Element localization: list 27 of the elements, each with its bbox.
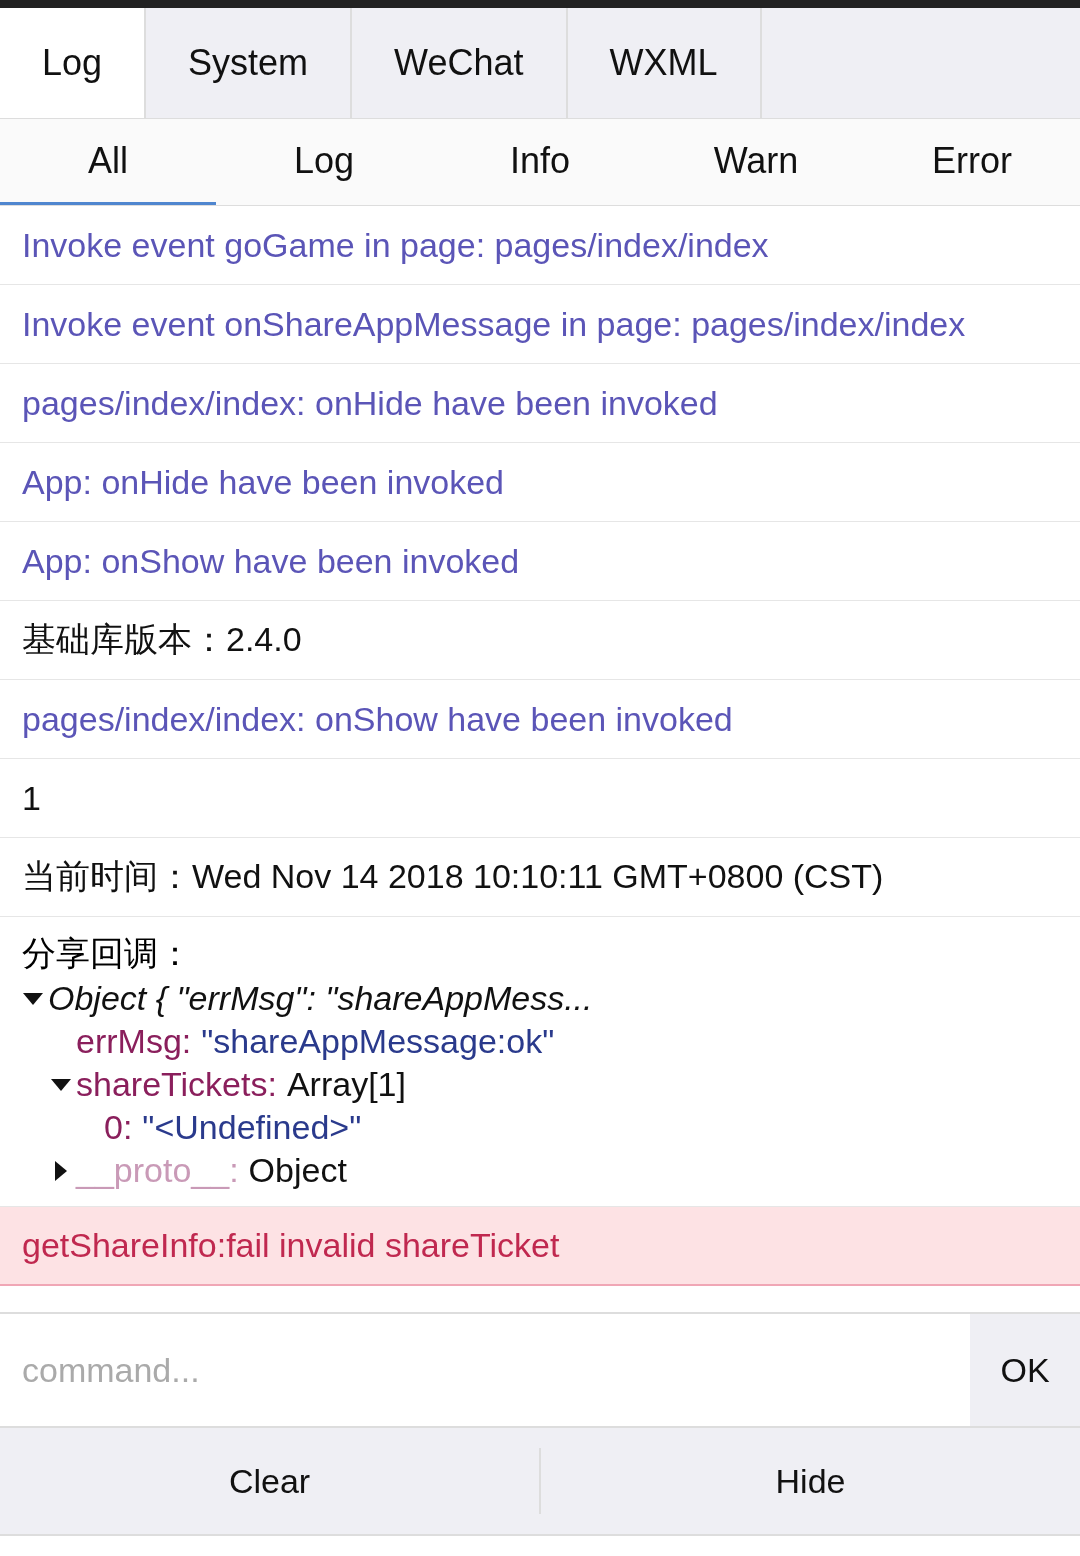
filter-tab[interactable]: All — [0, 119, 216, 205]
error-message: getShareInfo:fail invalid shareTicket — [22, 1226, 561, 1265]
filter-tab[interactable]: Info — [432, 119, 648, 205]
filter-tab[interactable]: Warn — [648, 119, 864, 205]
property-key: __proto__: — [76, 1151, 239, 1190]
log-message: 基础库版本：2.4.0 — [22, 619, 303, 660]
property-key: 0: — [104, 1108, 133, 1147]
object-label: 分享回调： — [22, 933, 193, 974]
property-value: "shareAppMessage:ok" — [201, 1022, 555, 1061]
log-message: App: onHide have been invoked — [22, 462, 506, 502]
log-message: 当前时间：Wed Nov 14 2018 10:10:11 GMT+0800 (CST) — [22, 856, 885, 897]
log-message: App: onShow have been invoked — [22, 541, 521, 581]
property-key: shareTickets: — [76, 1065, 277, 1104]
property-value: "<Undefined>" — [142, 1108, 362, 1147]
log-message: 1 — [22, 778, 42, 818]
property-value: Array[1] — [286, 1065, 406, 1104]
log-message: Invoke event onShareAppMessage in page: pages/index/index — [22, 304, 967, 344]
panel-tab[interactable]: Log — [0, 8, 147, 118]
log-message: pages/index/index: onShow have been invoked — [22, 699, 734, 739]
ok-button[interactable]: OK — [970, 1314, 1080, 1426]
property-value: Object — [248, 1151, 347, 1190]
filter-tab[interactable]: Log — [216, 119, 432, 205]
log-message: Invoke event goGame in page: pages/index/index — [22, 225, 770, 265]
log-message: pages/index/index: onHide have been invoked — [22, 383, 719, 423]
filter-tab[interactable]: Error — [864, 119, 1080, 205]
property-key: errMsg: — [76, 1022, 192, 1061]
object-summary: Object { "errMsg": "shareAppMess... — [48, 979, 593, 1018]
